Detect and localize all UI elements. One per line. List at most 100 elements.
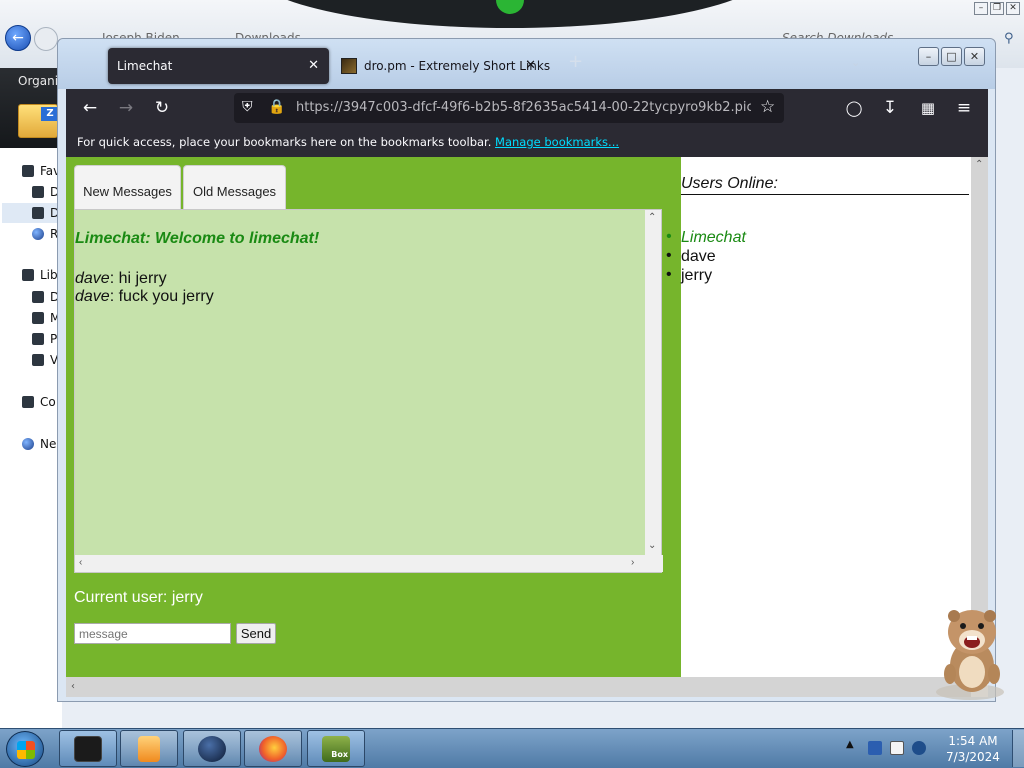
- site-favicon-icon: [341, 58, 357, 74]
- horizontal-scrollbar[interactable]: ‹ ›: [75, 555, 663, 572]
- bookmarks-hint: For quick access, place your bookmarks h…: [77, 135, 492, 149]
- message-author: dave: [75, 270, 110, 287]
- navigation-toolbar: ← → ↻ ⛨ 🔒 https://3947c003-dfcf-49f6-b2b…: [66, 89, 988, 127]
- lock-icon[interactable]: 🔒: [268, 99, 285, 115]
- windows-logo-icon: [17, 741, 35, 759]
- firefox-icon: [259, 736, 287, 762]
- tab-old-messages[interactable]: Old Messages: [183, 165, 286, 215]
- hamster-mascot-icon: [936, 610, 1004, 700]
- shield-icon[interactable]: ⛨: [242, 99, 253, 115]
- tab-dro-pm[interactable]: dro.pm - Extremely Short Links ✕: [334, 48, 554, 84]
- taskbar-item-firefox[interactable]: [244, 730, 302, 767]
- network-icon: [22, 438, 34, 450]
- desktop-icon: [32, 186, 44, 198]
- videos-icon: [32, 354, 44, 366]
- url-text[interactable]: https://3947c003-dfcf-49f6-b2b5-8f2635ac…: [296, 100, 751, 115]
- tab-new-messages[interactable]: New Messages: [74, 165, 181, 215]
- message-text: : hi jerry: [109, 270, 167, 287]
- send-button[interactable]: Send: [236, 623, 276, 644]
- taskbar-item-box-game[interactable]: Box: [307, 730, 365, 767]
- reload-icon[interactable]: ↻: [150, 97, 174, 119]
- list-tabs-icon[interactable]: ⌄: [851, 56, 860, 69]
- tab-title: Limechat: [117, 59, 173, 73]
- scroll-left-icon[interactable]: ‹: [71, 681, 75, 693]
- taskbar-item-media-player[interactable]: [120, 730, 178, 767]
- shield-tray-icon[interactable]: [868, 741, 882, 755]
- forward-arrow-icon[interactable]: →: [114, 97, 138, 119]
- nav-item-documents[interactable]: D: [32, 290, 59, 304]
- nav-item-desktop[interactable]: D: [32, 185, 59, 199]
- nav-item-downloads[interactable]: D: [32, 206, 59, 220]
- maximize-button[interactable]: □: [941, 47, 962, 66]
- message-text: : fuck you jerry: [109, 288, 214, 305]
- media-player-icon: [138, 736, 160, 762]
- chat-message: dave: hi jerry: [75, 270, 167, 288]
- bookmarks-toolbar: For quick access, place your bookmarks h…: [66, 127, 988, 157]
- scroll-left-icon[interactable]: ‹: [79, 557, 82, 569]
- show-desktop-button[interactable]: [1012, 730, 1024, 767]
- extensions-icon[interactable]: ▦: [916, 97, 940, 119]
- nav-item-network[interactable]: Ne: [22, 437, 56, 451]
- message-input[interactable]: [74, 623, 231, 644]
- firefox-titlebar: Limechat ✕ dro.pm - Extremely Short Link…: [58, 39, 995, 89]
- user-list-item: Limechat: [666, 228, 746, 247]
- clock[interactable]: 1:54 AM 7/3/2024: [940, 733, 1006, 765]
- tray-expand-icon[interactable]: ▲: [846, 739, 854, 750]
- flag-tray-icon[interactable]: [890, 741, 904, 755]
- start-button[interactable]: [6, 731, 44, 767]
- manage-bookmarks-link[interactable]: Manage bookmarks...: [495, 135, 619, 149]
- page-vertical-scrollbar[interactable]: ⌃: [971, 157, 988, 677]
- back-arrow-icon[interactable]: ←: [78, 97, 102, 119]
- welcome-message: Limechat: Welcome to limechat!: [75, 230, 320, 247]
- nav-item-favorites[interactable]: Fav: [22, 164, 60, 178]
- taskbar-item-window[interactable]: [59, 730, 117, 767]
- chat-panel: New Messages Old Messages Limechat: Welc…: [66, 157, 681, 677]
- scroll-down-icon[interactable]: ⌄: [648, 540, 656, 552]
- star-icon: [22, 165, 34, 177]
- scroll-up-icon[interactable]: ⌃: [975, 159, 983, 171]
- folder-icon: Z: [18, 104, 59, 138]
- page-horizontal-scrollbar[interactable]: ‹: [66, 677, 971, 697]
- messages-box[interactable]: Limechat: Welcome to limechat! dave: hi …: [74, 209, 663, 573]
- explorer-forward-button[interactable]: [34, 27, 58, 51]
- system-tray: ▲: [842, 730, 938, 767]
- network-tray-icon[interactable]: [912, 741, 926, 755]
- downloads-icon: [32, 207, 44, 219]
- page-content: New Messages Old Messages Limechat: Welc…: [66, 157, 988, 697]
- clock-time: 1:54 AM: [948, 734, 998, 748]
- explorer-minimize-button[interactable]: –: [974, 2, 988, 15]
- menu-icon[interactable]: ≡: [952, 97, 976, 119]
- documents-icon: [32, 291, 44, 303]
- explorer-back-button[interactable]: ←: [5, 25, 31, 51]
- pocket-icon[interactable]: ◯: [842, 97, 866, 119]
- close-window-button[interactable]: ✕: [964, 47, 985, 66]
- nav-item-computer[interactable]: Co: [22, 395, 56, 409]
- search-icon[interactable]: ⚲: [1004, 31, 1014, 46]
- tab-title: dro.pm - Extremely Short Links: [364, 59, 551, 73]
- vertical-scrollbar[interactable]: ⌃ ⌄: [645, 210, 661, 556]
- scroll-right-icon[interactable]: ›: [631, 557, 634, 569]
- explorer-close-button[interactable]: ✕: [1006, 2, 1020, 15]
- globe-icon: [198, 736, 226, 762]
- url-bar[interactable]: ⛨ 🔒 https://3947c003-dfcf-49f6-b2b5-8f26…: [234, 93, 784, 123]
- taskbar-item-globe[interactable]: [183, 730, 241, 767]
- nav-item-pictures[interactable]: P: [32, 332, 57, 346]
- current-user-label: Current user: jerry: [74, 589, 203, 606]
- tab-limechat[interactable]: Limechat ✕: [108, 48, 329, 84]
- bookmark-star-icon[interactable]: ☆: [760, 97, 775, 117]
- box-game-icon: Box: [322, 736, 350, 762]
- downloads-icon[interactable]: ↧: [878, 97, 902, 119]
- scroll-up-icon[interactable]: ⌃: [648, 212, 656, 224]
- chat-message: dave: fuck you jerry: [75, 288, 214, 306]
- music-icon: [32, 312, 44, 324]
- explorer-maximize-button[interactable]: ❐: [990, 2, 1004, 15]
- gadget-light: [496, 0, 524, 14]
- nav-item-recent[interactable]: R: [32, 227, 58, 241]
- minimize-button[interactable]: –: [918, 47, 939, 66]
- nav-item-videos[interactable]: V: [32, 353, 58, 367]
- message-author: dave: [75, 288, 110, 305]
- close-tab-icon[interactable]: ✕: [308, 48, 319, 84]
- close-tab-icon[interactable]: ✕: [525, 48, 536, 84]
- clock-date: 7/3/2024: [946, 750, 1000, 764]
- new-tab-icon[interactable]: +: [568, 51, 583, 72]
